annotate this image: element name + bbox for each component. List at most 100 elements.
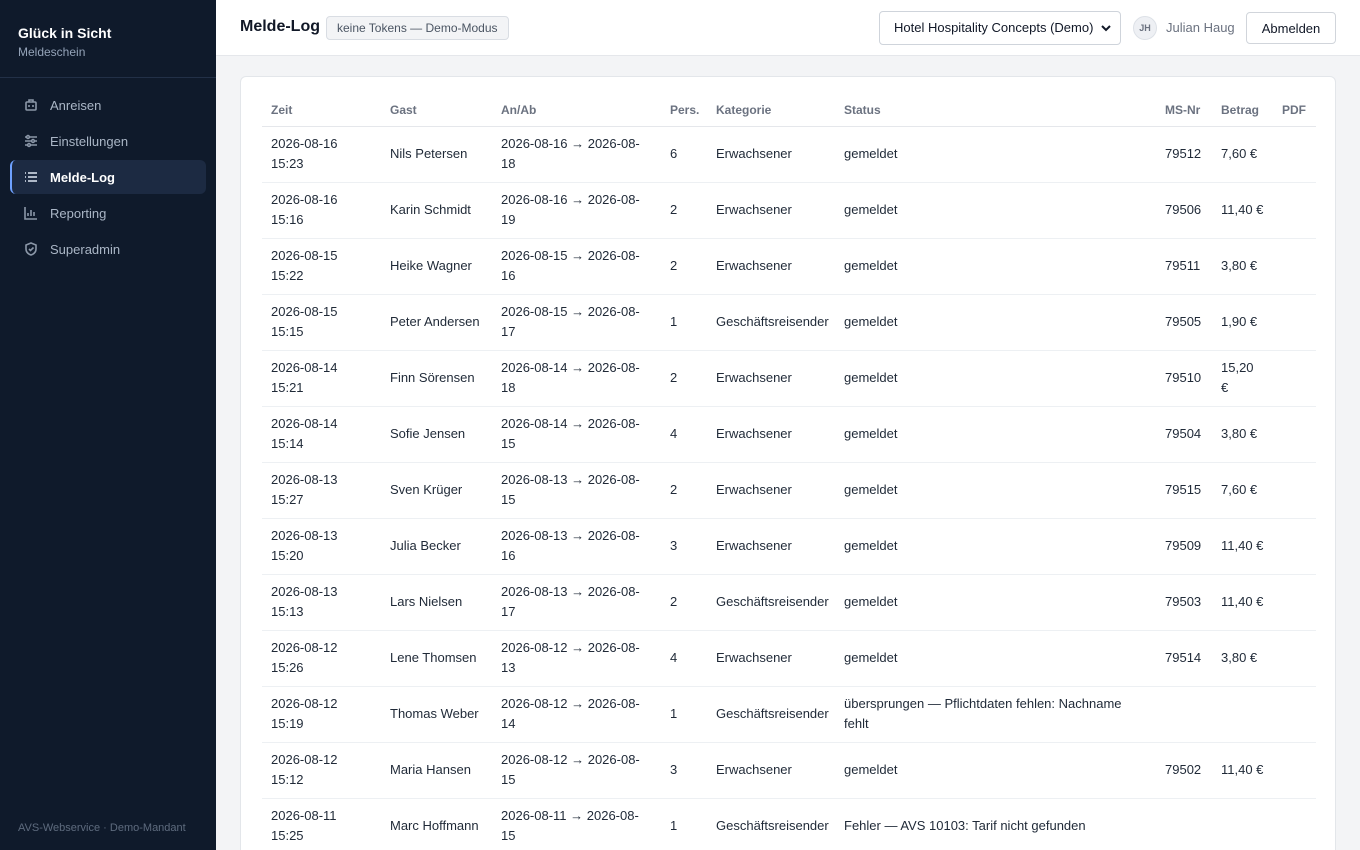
- cell-kategorie: Erwachsener: [707, 182, 835, 239]
- cell-pdf[interactable]: [1273, 182, 1316, 239]
- table-row[interactable]: 2026-08-15 15:22 Heike Wagner 2026-08-15 →…: [262, 238, 1316, 295]
- cell-pdf[interactable]: [1273, 742, 1316, 799]
- cell-an-ab: 2026-08-14 → 2026-08-15: [492, 406, 661, 463]
- cell-ms-nr: 79514: [1156, 630, 1212, 687]
- cell-pers: 3: [661, 742, 707, 799]
- demo-mode-badge: keine Tokens — Demo-Modus: [326, 16, 509, 40]
- table-row[interactable]: 2026-08-12 15:19 Thomas Weber 2026-08-12 →…: [262, 686, 1316, 743]
- cell-zeit: 2026-08-13 15:20: [262, 518, 381, 575]
- cell-ms-nr: [1156, 798, 1212, 850]
- cell-status: übersprungen — Pflichtdaten fehlen: Nach…: [835, 686, 1156, 743]
- cell-ms-nr: 79505: [1156, 294, 1212, 351]
- sidebar-item-einstellungen[interactable]: Einstellungen: [10, 124, 206, 158]
- brand-title: Glück in Sicht: [18, 25, 112, 41]
- cell-pdf[interactable]: [1273, 238, 1316, 295]
- header-col-kategorie[interactable]: Kategorie: [707, 95, 835, 127]
- cell-pdf[interactable]: [1273, 686, 1316, 743]
- cell-kategorie: Geschäftsreisender: [707, 798, 835, 850]
- cell-kategorie: Erwachsener: [707, 630, 835, 687]
- melde-log-card: Zeit Gast An/Ab Pers. Kategorie Status MS-Nr Be…: [240, 76, 1336, 850]
- cell-status: gemeldet: [835, 630, 1156, 687]
- sidebar-item-anreisen[interactable]: Anreisen: [10, 88, 206, 122]
- cell-pdf[interactable]: [1273, 126, 1316, 183]
- header-col-an-ab[interactable]: An/Ab: [492, 95, 661, 127]
- cell-status: gemeldet: [835, 574, 1156, 631]
- cell-betrag: 11,40 €: [1212, 574, 1273, 631]
- page-title: Melde-Log: [240, 18, 320, 35]
- luggage-icon: [24, 98, 38, 112]
- table-row[interactable]: 2026-08-11 15:25 Marc Hoffmann 2026-08-11 …: [262, 798, 1316, 850]
- cell-pdf[interactable]: [1273, 294, 1316, 351]
- table-row[interactable]: 2026-08-15 15:15 Peter Andersen 2026-08-15…: [262, 294, 1316, 351]
- header-col-gast[interactable]: Gast: [381, 95, 492, 127]
- cell-an-ab: 2026-08-14 → 2026-08-18: [492, 350, 661, 407]
- table-row[interactable]: 2026-08-16 15:16 Karin Schmidt 2026-08-16 …: [262, 182, 1316, 239]
- sidebar-footer: AVS-Webservice · Demo-Mandant: [18, 822, 186, 834]
- table-row[interactable]: 2026-08-16 15:23 Nils Petersen 2026-08-16 …: [262, 126, 1316, 183]
- cell-an-ab: 2026-08-11 → 2026-08-15: [492, 798, 661, 850]
- sidebar-item-superadmin[interactable]: Superadmin: [10, 232, 206, 266]
- cell-pdf[interactable]: [1273, 630, 1316, 687]
- cell-ms-nr: 79503: [1156, 574, 1212, 631]
- sidebar-item-reporting[interactable]: Reporting: [10, 196, 206, 230]
- table-row[interactable]: 2026-08-12 15:12 Maria Hansen 2026-08-12 →…: [262, 742, 1316, 799]
- melde-log-table: Zeit Gast An/Ab Pers. Kategorie Status MS-Nr Be…: [262, 95, 1316, 850]
- cell-gast: Julia Becker: [381, 518, 492, 575]
- cell-betrag: 3,80 €: [1212, 238, 1273, 295]
- table-row[interactable]: 2026-08-12 15:26 Lene Thomsen 2026-08-12 →…: [262, 630, 1316, 687]
- table-row[interactable]: 2026-08-14 15:14 Sofie Jensen 2026-08-14 →…: [262, 406, 1316, 463]
- cell-pdf[interactable]: [1273, 350, 1316, 407]
- sidebar-item-label: Superadmin: [50, 241, 121, 257]
- cell-ms-nr: 79511: [1156, 238, 1212, 295]
- header-col-betrag[interactable]: Betrag: [1212, 95, 1273, 127]
- cell-betrag: 7,60 €: [1212, 462, 1273, 519]
- cell-kategorie: Geschäftsreisender: [707, 574, 835, 631]
- header-col-pers[interactable]: Pers.: [661, 95, 707, 127]
- cell-pers: 2: [661, 238, 707, 295]
- cell-pdf[interactable]: [1273, 406, 1316, 463]
- cell-betrag: 11,40 €: [1212, 742, 1273, 799]
- cell-pdf[interactable]: [1273, 798, 1316, 850]
- cell-zeit: 2026-08-16 15:16: [262, 182, 381, 239]
- cell-ms-nr: 79506: [1156, 182, 1212, 239]
- cell-betrag: 11,40 €: [1212, 182, 1273, 239]
- cell-pers: 6: [661, 126, 707, 183]
- shield-icon: [24, 242, 38, 256]
- sidebar-item-melde-log[interactable]: Melde-Log: [10, 160, 206, 194]
- header-col-zeit[interactable]: Zeit: [262, 95, 381, 127]
- cell-pdf[interactable]: [1273, 574, 1316, 631]
- cell-an-ab: 2026-08-13 → 2026-08-16: [492, 518, 661, 575]
- cell-pdf[interactable]: [1273, 462, 1316, 519]
- logout-button[interactable]: Abmelden: [1246, 12, 1336, 44]
- cell-zeit: 2026-08-12 15:19: [262, 686, 381, 743]
- brand: Glück in Sicht Meldeschein: [0, 0, 216, 78]
- sidebar-item-label: Reporting: [50, 205, 107, 221]
- cell-an-ab: 2026-08-16 → 2026-08-18: [492, 126, 661, 183]
- cell-pdf[interactable]: [1273, 518, 1316, 575]
- table-row[interactable]: 2026-08-13 15:27 Sven Krüger 2026-08-13 → …: [262, 462, 1316, 519]
- cell-betrag: 11,40 €: [1212, 518, 1273, 575]
- cell-an-ab: 2026-08-12 → 2026-08-15: [492, 742, 661, 799]
- cell-status: gemeldet: [835, 406, 1156, 463]
- table-row[interactable]: 2026-08-13 15:20 Julia Becker 2026-08-13 →…: [262, 518, 1316, 575]
- list-icon: [24, 170, 38, 184]
- cell-status: gemeldet: [835, 238, 1156, 295]
- cell-zeit: 2026-08-13 15:27: [262, 462, 381, 519]
- cell-gast: Heike Wagner: [381, 238, 492, 295]
- bar-chart-icon: [24, 206, 38, 220]
- header-col-status[interactable]: Status: [835, 95, 1156, 127]
- table-row[interactable]: 2026-08-14 15:21 Finn Sörensen 2026-08-14 …: [262, 350, 1316, 407]
- cell-zeit: 2026-08-15 15:22: [262, 238, 381, 295]
- sidebar-item-label: Einstellungen: [50, 133, 129, 149]
- header-col-pdf[interactable]: PDF: [1273, 95, 1316, 127]
- cell-gast: Karin Schmidt: [381, 182, 492, 239]
- tenant-select[interactable]: Hotel Hospitality Concepts (Demo): [879, 11, 1121, 45]
- cell-pers: 2: [661, 574, 707, 631]
- table-row[interactable]: 2026-08-13 15:13 Lars Nielsen 2026-08-13 →…: [262, 574, 1316, 631]
- cell-pers: 4: [661, 630, 707, 687]
- cell-ms-nr: 79502: [1156, 742, 1212, 799]
- cell-status: gemeldet: [835, 518, 1156, 575]
- cell-kategorie: Erwachsener: [707, 238, 835, 295]
- chevron-down-icon: [1101, 25, 1111, 32]
- header-col-ms-nr[interactable]: MS-Nr: [1156, 95, 1212, 127]
